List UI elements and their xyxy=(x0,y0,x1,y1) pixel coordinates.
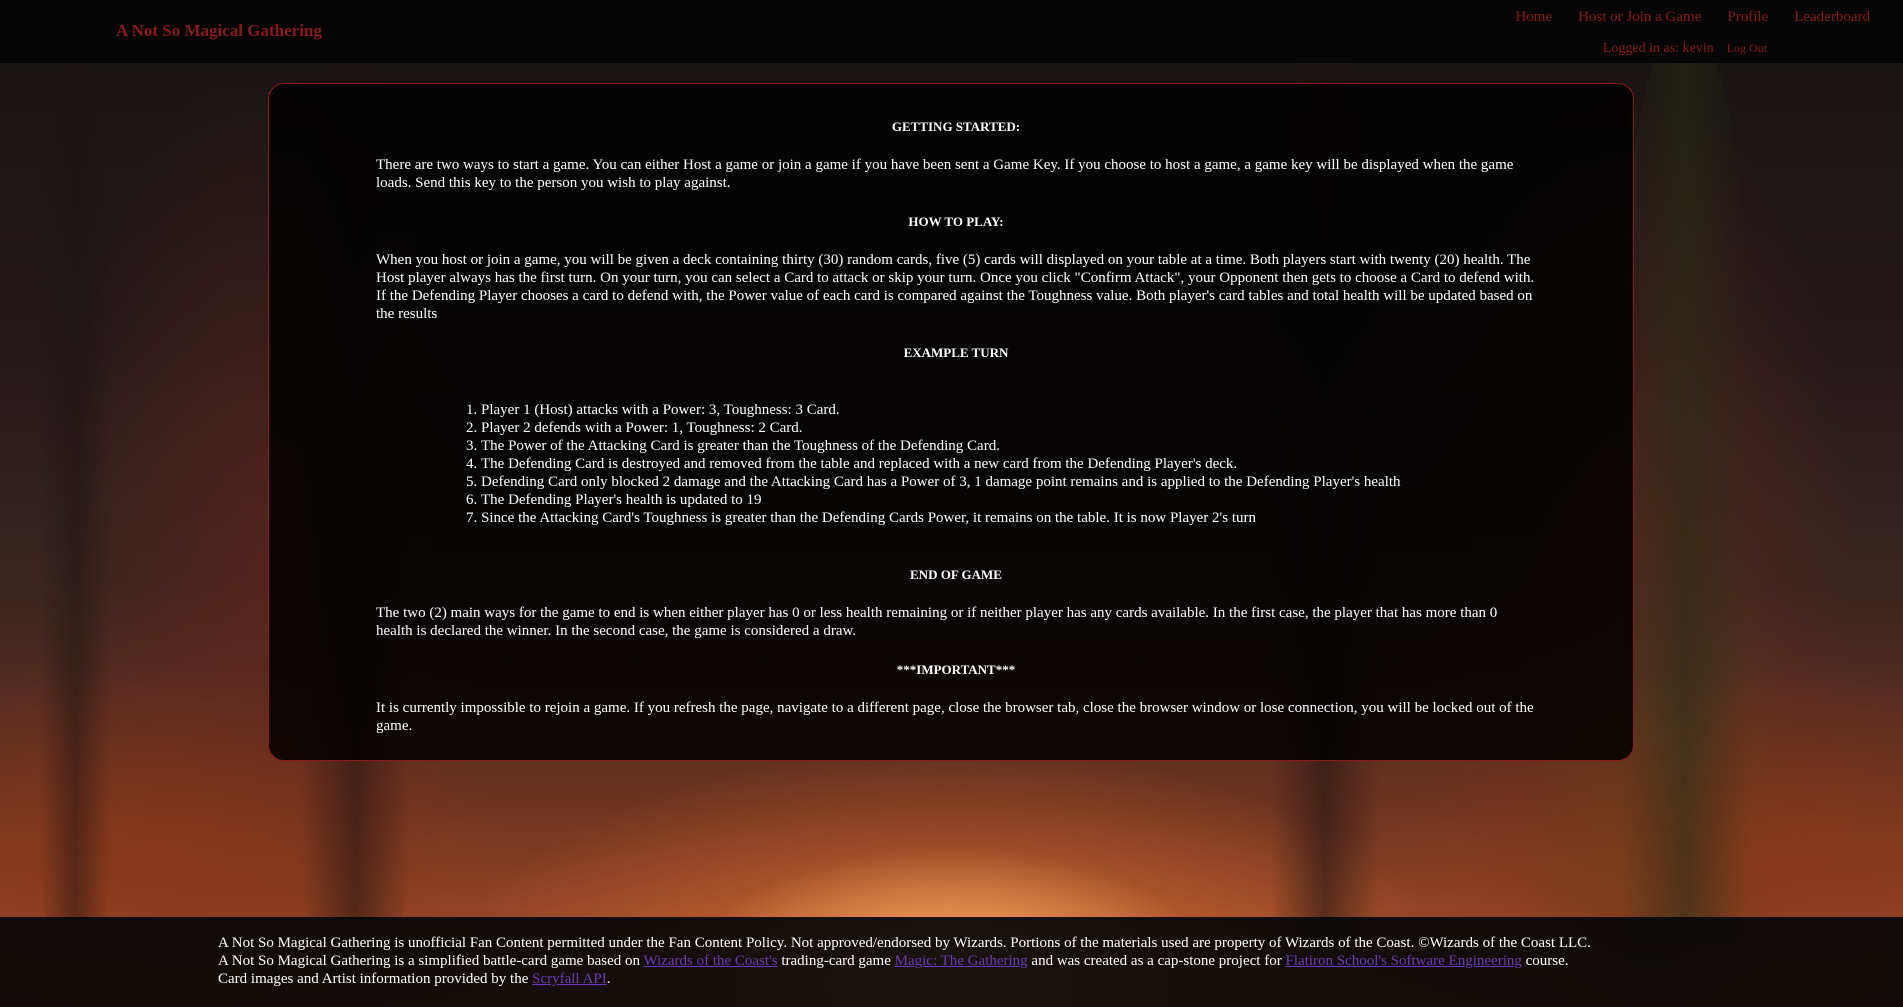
important-text: It is currently impossible to rejoin a g… xyxy=(376,700,1534,734)
list-item: Defending Card only blocked 2 damage and… xyxy=(481,473,1536,491)
how-to-play-text: When you host or join a game, you will b… xyxy=(376,252,1535,322)
logged-in-label: Logged in as: kevin xyxy=(1602,41,1714,56)
end-of-game-heading: END OF GAME xyxy=(910,567,1002,582)
nav-links: Home Host or Join a Game Profile Leaderb… xyxy=(1515,9,1870,26)
footer-text: and was created as a cap-stone project f… xyxy=(1027,953,1286,969)
footer-content: A Not So Magical Gathering is unofficial… xyxy=(218,934,1591,988)
nav-profile-link[interactable]: Profile xyxy=(1727,9,1768,26)
example-steps-list: Player 1 (Host) attacks with a Power: 3,… xyxy=(376,401,1536,527)
important-heading: ***IMPORTANT*** xyxy=(896,662,1016,677)
how-to-play-heading: HOW TO PLAY: xyxy=(908,214,1004,229)
list-item: Since the Attacking Card's Toughness is … xyxy=(481,509,1536,527)
nav-home-link[interactable]: Home xyxy=(1515,9,1552,26)
footer-text: course. xyxy=(1521,953,1569,969)
brand-link[interactable]: A Not So Magical Gathering xyxy=(116,21,322,41)
list-item: The Defending Card is destroyed and remo… xyxy=(481,455,1536,473)
scryfall-api-link[interactable]: Scryfall API xyxy=(532,971,607,987)
nav-host-join-link[interactable]: Host or Join a Game xyxy=(1578,9,1701,26)
getting-started-text: There are two ways to start a game. You … xyxy=(376,157,1514,191)
list-item: Player 1 (Host) attacks with a Power: 3,… xyxy=(481,401,1536,419)
footer-text: . xyxy=(606,971,611,987)
logout-link[interactable]: Log Out xyxy=(1727,41,1767,56)
getting-started-heading: GETTING STARTED: xyxy=(891,119,1021,134)
footer-api-credit: Card images and Artist information provi… xyxy=(218,970,1591,988)
site-footer: A Not So Magical Gathering is unofficial… xyxy=(0,917,1903,1007)
wizards-link[interactable]: Wizards of the Coast's xyxy=(643,953,777,969)
footer-disclaimer: A Not So Magical Gathering is unofficial… xyxy=(218,935,1591,951)
footer-credits: A Not So Magical Gathering is a simplifi… xyxy=(218,952,1591,970)
magic-the-gathering-link[interactable]: Magic: The Gathering xyxy=(895,953,1028,969)
end-of-game-text: The two (2) main ways for the game to en… xyxy=(376,605,1498,639)
tree-trunk-decoration xyxy=(40,40,110,920)
example-turn-heading: EXAMPLE TURN xyxy=(903,345,1009,360)
footer-text: A Not So Magical Gathering is a simplifi… xyxy=(218,953,644,969)
footer-text: trading-card game xyxy=(777,953,895,969)
list-item: The Power of the Attacking Card is great… xyxy=(481,437,1536,455)
user-status: Logged in as: kevin Log Out xyxy=(1603,41,1767,57)
rules-content: GETTING STARTED: There are two ways to s… xyxy=(376,118,1536,756)
top-navbar: A Not So Magical Gathering Home Host or … xyxy=(0,0,1903,63)
flatiron-link[interactable]: Flatiron School's Software Engineering xyxy=(1285,953,1521,969)
tree-trunk-decoration xyxy=(1620,40,1750,940)
footer-text: Card images and Artist information provi… xyxy=(218,971,533,987)
nav-leaderboard-link[interactable]: Leaderboard xyxy=(1794,9,1870,26)
list-item: The Defending Player's health is updated… xyxy=(481,491,1536,509)
list-item: Player 2 defends with a Power: 1, Toughn… xyxy=(481,419,1536,437)
rules-panel: GETTING STARTED: There are two ways to s… xyxy=(268,83,1634,761)
